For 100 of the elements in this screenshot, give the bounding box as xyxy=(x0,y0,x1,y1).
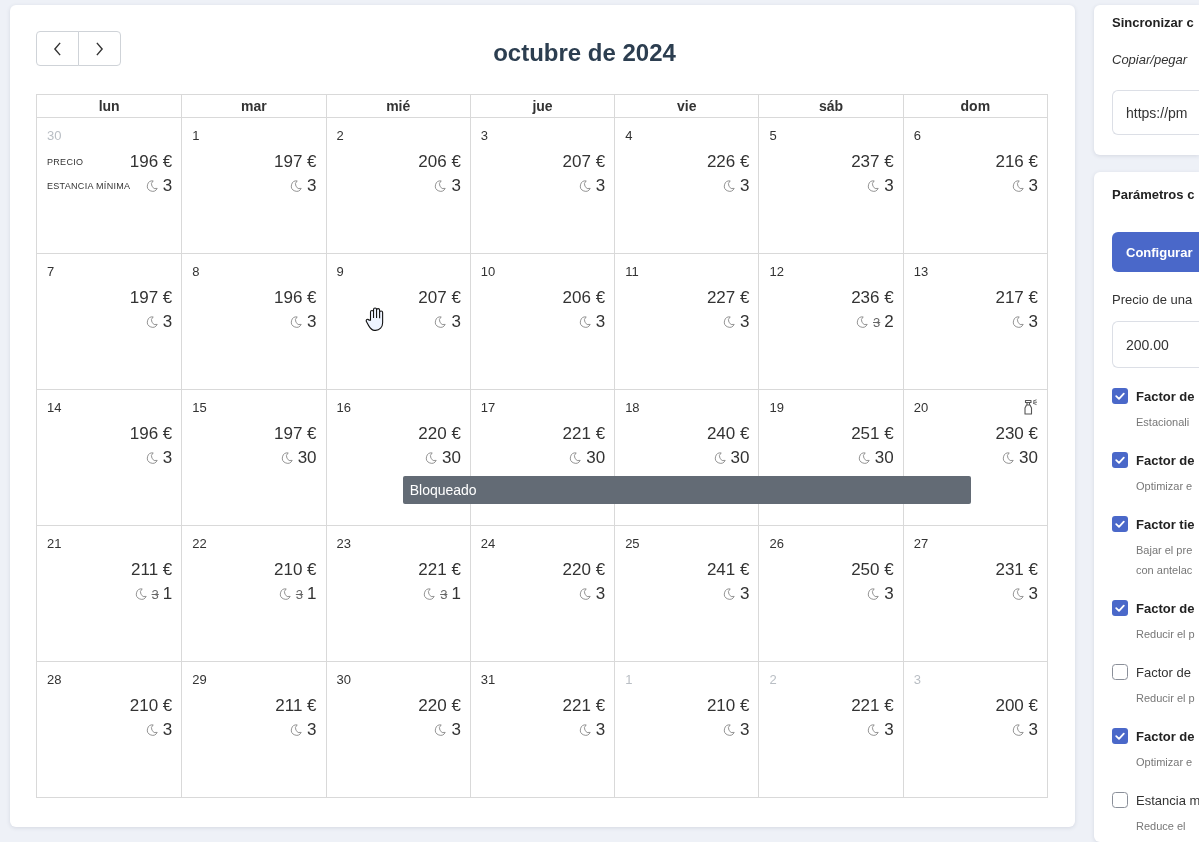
min-stay-value: 1 xyxy=(162,584,173,604)
day-cell[interactable]: 23 221 € 3 1 xyxy=(325,526,470,661)
min-stay-value: 30 xyxy=(730,448,750,468)
moon-icon xyxy=(856,316,868,328)
day-cell[interactable]: 24 220 € 3 xyxy=(469,526,615,661)
day-cell[interactable]: 31 221 € 3 xyxy=(469,662,615,797)
day-cell[interactable]: 15 197 € 30 xyxy=(181,390,326,525)
day-number: 25 xyxy=(625,535,640,553)
day-cell[interactable]: 27 231 € 3 xyxy=(902,526,1047,661)
day-cell[interactable]: 3 200 € 3 xyxy=(902,662,1047,797)
moon-icon xyxy=(722,588,735,600)
day-cell[interactable]: 10 206 € 3 xyxy=(469,254,615,389)
day-cell[interactable]: 14 196 € 3 xyxy=(37,390,182,525)
price-text: 210 € xyxy=(706,696,750,716)
price-text: 251 € xyxy=(851,424,894,444)
day-cell[interactable]: 30 PRECIO 196 € ESTANCIA MÍNIMA 3 xyxy=(37,118,182,253)
day-cell[interactable]: 30 220 € 3 xyxy=(325,662,470,797)
moon-icon xyxy=(278,588,291,600)
day-number: 3 xyxy=(480,127,489,145)
min-stay-value: 3 xyxy=(307,312,317,332)
day-cell[interactable]: 26 250 € 3 xyxy=(758,526,903,661)
section-title: Sincronizar c xyxy=(1112,14,1195,32)
chevron-left-icon xyxy=(53,41,62,56)
day-cell[interactable]: 7 197 € 3 xyxy=(37,254,182,389)
price-text: 210 € xyxy=(274,560,317,580)
min-stay-value: 3 xyxy=(595,720,606,740)
moon-icon xyxy=(1011,588,1024,600)
checkbox[interactable] xyxy=(1112,664,1128,680)
day-number: 28 xyxy=(47,671,62,689)
option-description: Optimizar e xyxy=(1136,755,1194,770)
configure-button[interactable]: Configurar xyxy=(1112,232,1199,272)
price-text: 197 € xyxy=(129,288,173,308)
checkbox[interactable] xyxy=(1112,792,1128,808)
price-field[interactable]: 200.00 xyxy=(1112,321,1199,368)
day-cell[interactable]: 22 210 € 3 1 xyxy=(181,526,326,661)
weekday-header: mar xyxy=(181,95,326,117)
day-cell[interactable]: 1 197 € 3 xyxy=(181,118,326,253)
day-cell[interactable]: 12 236 € 3 2 xyxy=(758,254,903,389)
checkbox[interactable] xyxy=(1112,388,1128,404)
day-cell[interactable]: 28 210 € 3 xyxy=(37,662,182,797)
checkbox[interactable] xyxy=(1112,728,1128,744)
price-text: 220 € xyxy=(418,424,461,444)
day-cell[interactable]: 4 226 € 3 xyxy=(614,118,759,253)
min-stay-value: 3 xyxy=(162,312,173,332)
day-number: 15 xyxy=(192,399,207,417)
moon-icon xyxy=(434,316,447,328)
day-cell[interactable]: 29 211 € 3 xyxy=(181,662,326,797)
min-stay-value: 3 xyxy=(162,720,173,740)
min-stay-value: 3 xyxy=(162,176,173,196)
day-cell[interactable]: 25 241 € 3 xyxy=(614,526,759,661)
price-text: 196 € xyxy=(129,424,173,444)
url-field[interactable]: https://pm xyxy=(1112,90,1199,135)
price-text: 206 € xyxy=(562,288,606,308)
day-number: 12 xyxy=(769,263,784,281)
moon-icon xyxy=(290,316,303,328)
hint-text: Copiar/pegar xyxy=(1112,51,1189,69)
day-cell[interactable]: 21 211 € 3 1 xyxy=(37,526,182,661)
day-cell[interactable]: 3 207 € 3 xyxy=(469,118,615,253)
checkbox[interactable] xyxy=(1112,452,1128,468)
min-stay-value: 2 xyxy=(884,312,894,332)
day-number: 13 xyxy=(913,263,929,281)
day-cell[interactable]: 1 210 € 3 xyxy=(614,662,759,797)
option-label: Factor de xyxy=(1136,388,1195,404)
day-number: 31 xyxy=(480,671,496,689)
option-description: Reducir el p xyxy=(1136,691,1196,706)
min-stay-value: 30 xyxy=(297,448,317,468)
day-number: 22 xyxy=(192,535,207,553)
weekday-header: dom xyxy=(902,95,1047,117)
moon-icon xyxy=(145,180,158,192)
moon-icon xyxy=(867,180,880,192)
min-stay-value: 30 xyxy=(586,448,606,468)
day-cell[interactable]: 8 196 € 3 xyxy=(181,254,326,389)
moon-icon xyxy=(713,452,726,464)
min-stay-value: 1 xyxy=(451,584,461,604)
min-stay-value: 3 xyxy=(884,584,894,604)
moon-icon xyxy=(1011,724,1024,736)
day-cell[interactable]: 13 217 € 3 xyxy=(902,254,1047,389)
day-cell[interactable]: 2 221 € 3 xyxy=(758,662,903,797)
day-cell[interactable]: 2 206 € 3 xyxy=(325,118,470,253)
price-text: 241 € xyxy=(706,560,750,580)
day-number: 6 xyxy=(913,127,921,145)
price-text: 240 € xyxy=(706,424,750,444)
day-number: 24 xyxy=(480,535,496,553)
min-stay-value: 3 xyxy=(1028,720,1038,740)
option-label: Factor tie xyxy=(1136,516,1195,532)
day-number: 20 xyxy=(913,399,929,417)
moon-icon xyxy=(290,724,303,736)
day-cell[interactable]: 11 227 € 3 xyxy=(614,254,759,389)
moon-icon xyxy=(145,316,158,328)
checkbox[interactable] xyxy=(1112,516,1128,532)
day-cell[interactable]: 6 216 € 3 xyxy=(902,118,1047,253)
checkbox[interactable] xyxy=(1112,600,1128,616)
section-title: Parámetros c xyxy=(1112,186,1196,204)
moon-icon xyxy=(423,588,436,600)
price-text: 197 € xyxy=(274,152,317,172)
price-text: 211 € xyxy=(131,560,173,580)
day-number: 21 xyxy=(47,535,62,553)
previous-min-stay: 3 xyxy=(440,586,448,602)
day-cell[interactable]: 5 237 € 3 xyxy=(758,118,903,253)
moon-icon xyxy=(145,724,158,736)
